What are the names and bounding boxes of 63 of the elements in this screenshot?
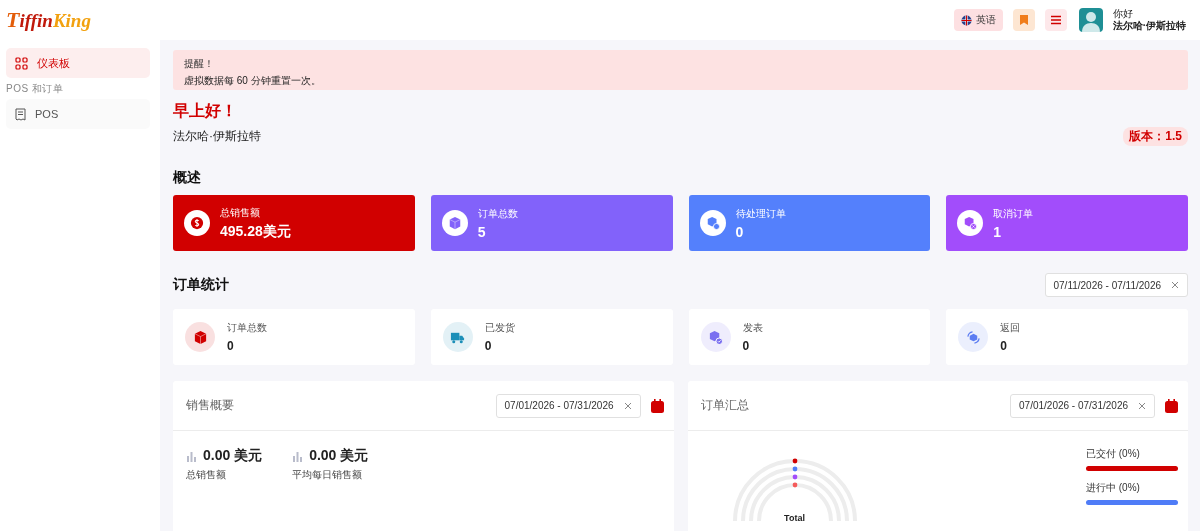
section-title: 概述 [173,169,202,187]
metric-value: 0.00 美元 [203,447,263,465]
legend-label: 已交付 (0%) [1086,447,1141,461]
stat-label: 总销售额 [220,205,261,220]
bookmark-icon [1019,15,1028,25]
stat-label: 返回 [1000,321,1021,335]
user-name: 法尔哈·伊斯拉特 [173,128,261,145]
close-icon[interactable] [1171,281,1179,289]
alert-message: 虚拟数据每 60 分钟重置一次。 [184,74,322,88]
stat-label: 取消订单 [993,206,1034,221]
language-button[interactable]: 英语 [953,9,1003,31]
greeting-text: 你好 [1112,8,1134,20]
stat-label: 已发货 [484,321,515,335]
avatar-silhouette[interactable] [1078,8,1103,32]
stat-value: 5 [477,223,487,240]
metric-label: 平均每日销售额 [292,468,364,482]
calendar-icon[interactable] [650,398,664,413]
legend-label: 进行中 (0%) [1086,481,1141,495]
bar-chart-icon [292,450,304,462]
sidebar-item[interactable]: POS [6,99,150,129]
bookmark-button[interactable] [1012,9,1035,31]
stat-label: 订单总数 [227,321,267,335]
stat-value: 0 [227,339,235,353]
menu-icon [1050,15,1061,25]
stat-value: 495.28美元 [220,222,291,241]
stat-label: 发表 [742,321,763,335]
stat-label: 待处理订单 [735,206,786,221]
menu-button[interactable] [1044,9,1067,31]
cube-icon [192,329,208,345]
section-title: 订单统计 [173,276,229,294]
close-icon[interactable] [623,401,632,410]
chart-center-label: Total [783,513,806,523]
receipt-icon [15,107,26,121]
date-range-field[interactable]: 07/11/2026 - 07/11/2026 [1044,273,1188,297]
cube-icon [447,216,462,230]
panel-title: 订单汇总 [700,397,749,414]
grid-icon [15,56,28,70]
stat-value: 0 [484,339,493,353]
close-icon[interactable] [1138,401,1146,410]
cube-arrows-icon [965,329,981,345]
stat-value: 1 [993,223,1003,240]
stat-value: 0 [735,223,745,240]
flag-icon [960,14,972,26]
sidebar-item[interactable]: 仪表板 [6,48,150,78]
stat-value: 0 [1000,339,1008,353]
metric-label: 总销售额 [186,468,227,482]
version-badge: 版本：1.5 [1123,127,1188,146]
panel-title: 销售概要 [186,397,234,414]
stat-value: 0 [742,339,751,353]
alert-title: 提醒！ [184,57,215,71]
cube-check-icon [708,329,723,345]
stat-label: 订单总数 [477,206,518,221]
calendar-icon[interactable] [1165,398,1178,413]
metric-value: 0.00 美元 [309,447,369,465]
user-name[interactable]: 法尔哈·伊斯拉特 [1112,20,1186,32]
cube-cross-icon [963,216,978,230]
logo[interactable]: TiffinKing [6,7,91,33]
date-range-field[interactable]: 07/01/2026 - 07/31/2026 [495,393,641,418]
bar-chart-icon [186,450,197,462]
greeting-heading: 早上好！ [173,101,238,121]
sidebar-section-label: POS 和订单 [6,82,65,96]
date-range-field[interactable]: 07/01/2026 - 07/31/2026 [1010,393,1155,418]
dollar-icon [190,216,204,230]
